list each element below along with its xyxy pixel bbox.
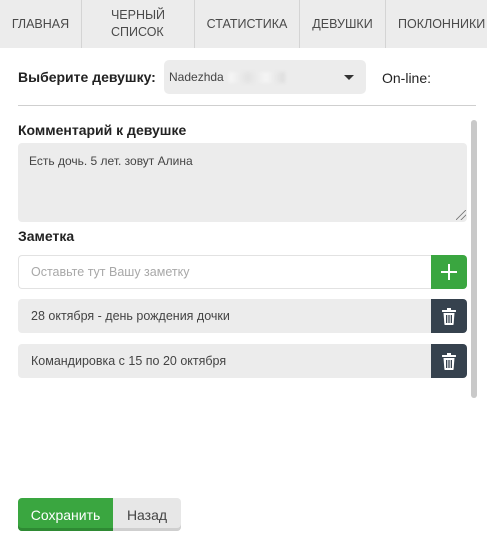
delete-note-button[interactable] (431, 299, 467, 333)
nav-item-admirers[interactable]: ПОКЛОННИКИ (386, 0, 487, 48)
note-item-text: 28 октября - день рождения дочки (18, 299, 431, 333)
nav-item-girls-label: ДЕВУШКИ (312, 16, 373, 31)
comment-textarea[interactable]: Есть дочь. 5 лет. зовут Алина (18, 143, 467, 222)
nav-item-statistics-label: СТАТИСТИКА (206, 16, 288, 31)
scrollbar[interactable] (471, 120, 477, 398)
add-note-button[interactable] (431, 255, 467, 289)
redacted-blur (228, 71, 285, 83)
caret-down-icon (344, 75, 354, 80)
girl-select[interactable]: Nadezhda (164, 60, 366, 94)
note-item: 28 октября - день рождения дочки (18, 299, 467, 333)
nav-item-blacklist-label-line2: СПИСОК (110, 25, 164, 39)
nav-item-girls[interactable]: ДЕВУШКИ (300, 0, 386, 48)
delete-note-button[interactable] (431, 344, 467, 378)
online-label: On-line: (382, 70, 432, 86)
top-nav: ГЛАВНАЯ ЧЕРНЫЙ СПИСОК СТАТИСТИКА ДЕВУШКИ… (0, 0, 487, 48)
resize-grip-icon[interactable] (456, 210, 466, 220)
back-button[interactable]: Назад (113, 498, 181, 531)
divider (18, 105, 476, 106)
nav-item-home[interactable]: ГЛАВНАЯ (0, 0, 82, 48)
note-item-text: Командировка с 15 по 20 октября (18, 344, 431, 378)
note-title: Заметка (18, 228, 75, 244)
note-input[interactable] (18, 255, 431, 289)
girl-selector-label: Выберите девушку: (18, 69, 156, 85)
nav-item-home-label: ГЛАВНАЯ (11, 16, 70, 31)
note-item: Командировка с 15 по 20 октября (18, 344, 467, 378)
trash-icon (442, 352, 456, 370)
nav-item-blacklist-label-line1: ЧЕРНЫЙ (110, 8, 166, 22)
save-button[interactable]: Сохранить (18, 498, 113, 531)
girl-selector-row: Выберите девушку: Nadezhda On-line: (18, 60, 477, 94)
nav-item-blacklist[interactable]: ЧЕРНЫЙ СПИСОК (82, 0, 195, 48)
trash-icon (442, 307, 456, 325)
nav-item-statistics[interactable]: СТАТИСТИКА (195, 0, 300, 48)
nav-item-admirers-label: ПОКЛОННИКИ (398, 16, 486, 31)
note-input-group (18, 255, 467, 289)
comment-title: Комментарий к девушке (18, 122, 187, 138)
girl-select-value: Nadezhda (169, 70, 224, 84)
scrollbar-thumb[interactable] (471, 120, 477, 398)
